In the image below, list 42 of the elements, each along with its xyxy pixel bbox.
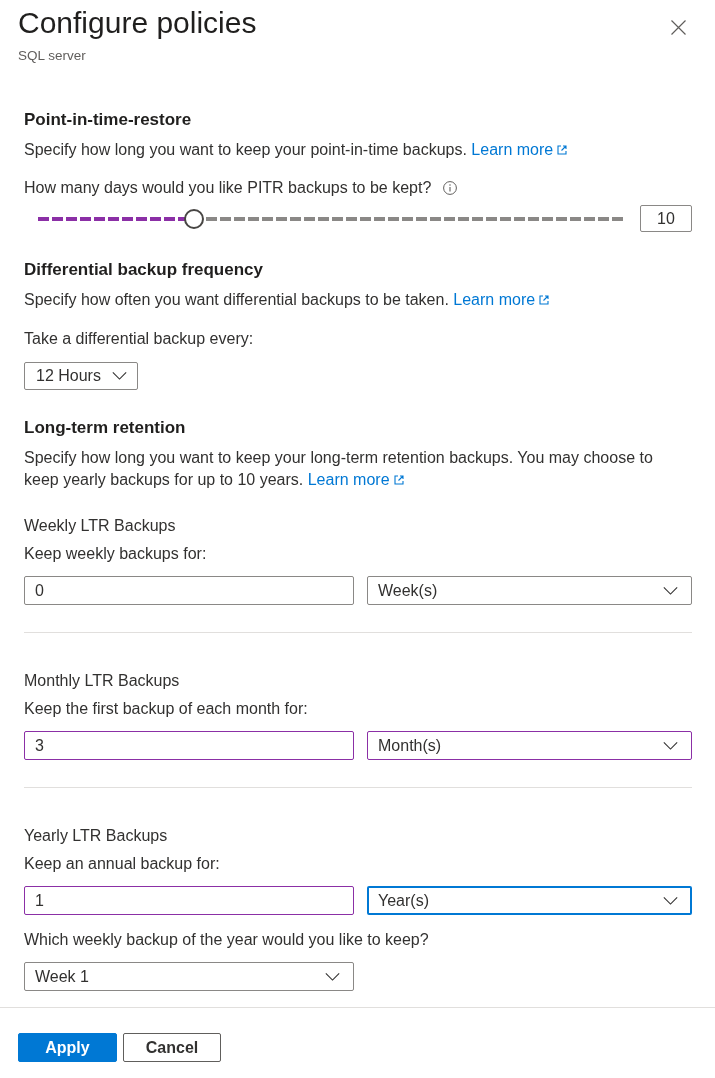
learn-more-link[interactable]: Learn more [307,471,404,488]
section-description: Specify how long you want to keep your long-term retention backups. You may choose to keep yearly backups for up to 10 years. Learn more [24,448,654,490]
group-title: Yearly LTR Backups [24,826,168,846]
field-label: Keep weekly backups for: [24,544,207,564]
days-input[interactable]: 10 [640,205,692,232]
unit-dropdown[interactable]: Month(s) [367,731,692,760]
panel-title: Configure policies [18,6,257,40]
cancel-button[interactable]: Cancel [123,1033,221,1062]
section-heading: Point-in-time-restore [24,110,192,130]
info-icon[interactable] [443,181,458,195]
external-link-icon [539,295,550,305]
slider-label: How many days would you like PITR backups to be kept? [24,178,432,198]
amount-input[interactable]: 3 [24,731,354,760]
chevron-down-icon [663,896,678,905]
field-label: Which weekly backup of the year would you like to keep? [24,930,429,950]
learn-more-link[interactable]: Learn more [471,141,568,158]
week-dropdown[interactable]: Week 1 [24,962,354,991]
slider-thumb[interactable] [183,208,204,229]
chevron-down-icon [111,372,127,380]
field-label: Keep the first backup of each month for: [24,699,308,719]
group-title: Monthly LTR Backups [24,671,180,691]
field-label: Keep an annual backup for: [24,854,220,874]
external-link-icon [557,145,568,155]
section-description: Specify how long you want to keep your point-in-time backups. Learn more [24,139,568,161]
group-title: Weekly LTR Backups [24,516,176,536]
panel-subtitle: SQL server [18,48,86,64]
section-description: Specify how often you want differential backups to be taken. Learn more [24,289,550,311]
frequency-dropdown[interactable]: 12 Hours [24,362,138,390]
close-icon [670,19,686,35]
apply-button[interactable]: Apply [18,1033,117,1062]
section-heading: Long-term retention [24,418,186,438]
section-heading: Differential backup frequency [24,260,263,280]
external-link-icon [393,475,404,485]
chevron-down-icon [325,972,340,981]
unit-dropdown[interactable]: Year(s) [367,886,692,915]
amount-input[interactable]: 1 [24,886,354,915]
chevron-down-icon [663,741,678,750]
field-label: Take a differential backup every: [24,329,254,349]
chevron-down-icon [663,586,678,595]
unit-dropdown[interactable]: Week(s) [367,576,692,605]
amount-input[interactable]: 0 [24,576,354,605]
learn-more-link[interactable]: Learn more [453,291,550,308]
